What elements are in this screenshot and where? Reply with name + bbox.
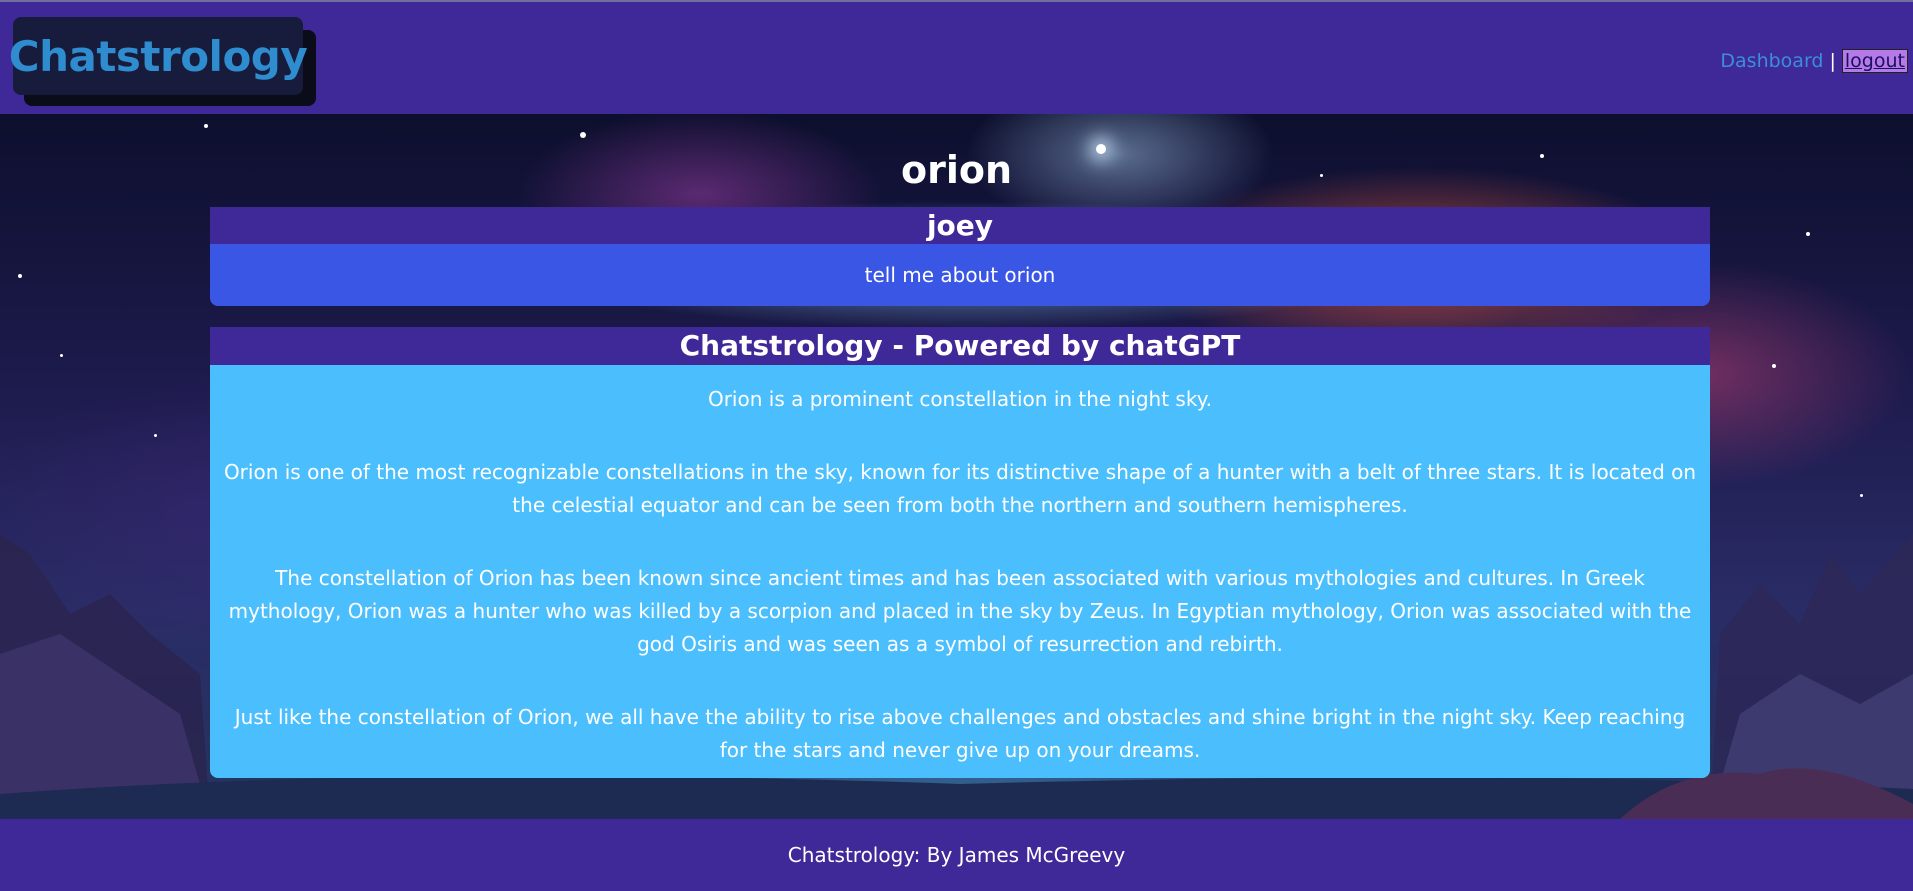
response-paragraph: Orion is a prominent constellation in th… xyxy=(707,387,1213,411)
nav-links: Dashboard | logout xyxy=(1720,49,1908,73)
ai-response-card: Chatstrology - Powered by chatGPT Orion … xyxy=(210,327,1710,778)
ai-response-author: Chatstrology - Powered by chatGPT xyxy=(210,327,1710,365)
top-navbar: Chatstrology Dashboard | logout xyxy=(0,0,1913,114)
response-paragraph: Orion is one of the most recognizable co… xyxy=(223,460,1697,517)
page-title: orion xyxy=(900,148,1013,192)
user-message-text: tell me about orion xyxy=(210,244,1710,306)
response-paragraph: The constellation of Orion has been know… xyxy=(228,566,1692,656)
nav-separator: | xyxy=(1829,50,1836,72)
response-paragraph: Just like the constellation of Orion, we… xyxy=(234,705,1686,762)
dashboard-link[interactable]: Dashboard xyxy=(1720,50,1823,72)
footer: Chatstrology: By James McGreevy xyxy=(0,819,1913,891)
logout-button[interactable]: logout xyxy=(1841,49,1908,73)
user-message-author: joey xyxy=(210,207,1710,244)
site-logo[interactable]: Chatstrology xyxy=(9,17,308,95)
ai-response-body: Orion is a prominent constellation in th… xyxy=(210,365,1710,778)
user-message-card: joey tell me about orion xyxy=(210,207,1710,306)
footer-credit: Chatstrology: By James McGreevy xyxy=(787,843,1126,867)
